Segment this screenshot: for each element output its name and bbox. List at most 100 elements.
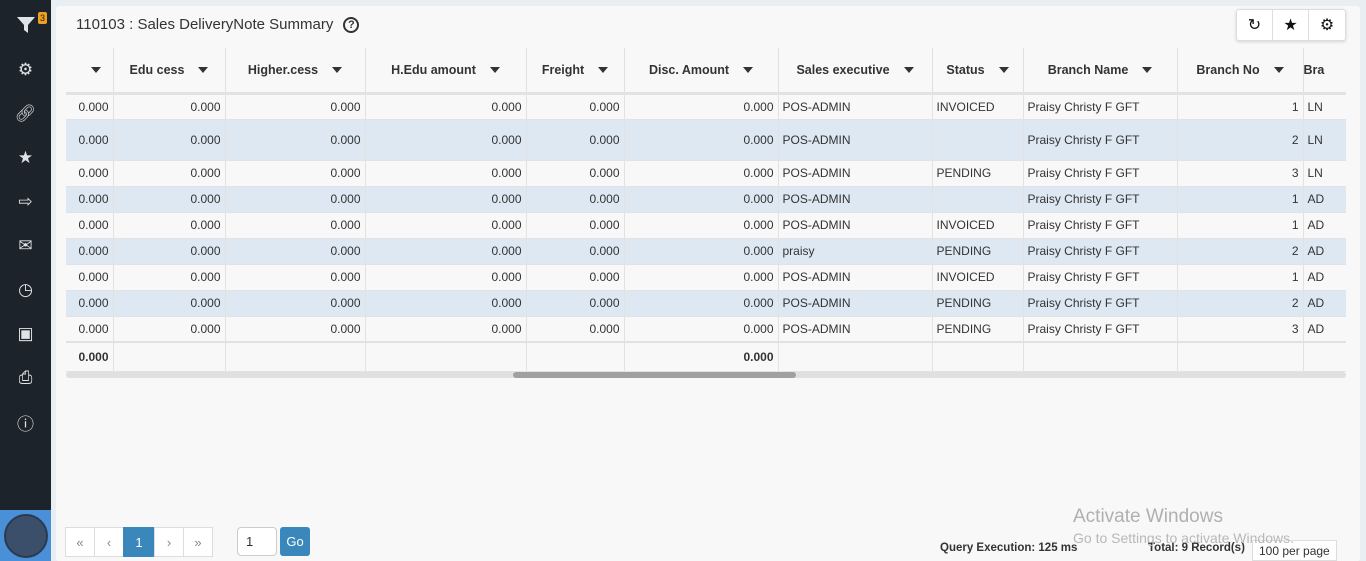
- column-header[interactable]: Disc. Amount: [624, 48, 779, 95]
- table-cell: 0.000: [365, 93, 527, 120]
- table-row[interactable]: 0.000 0.000 0.000 0.000 0.000 0.000 POS-ADMIN P…: [66, 186, 1346, 213]
- table-cell: 1: [1177, 93, 1304, 120]
- table-row[interactable]: 0.000 0.000 0.000 0.000 0.000 0.000 POS-ADMIN P…: [66, 316, 1346, 343]
- total-cell: [365, 341, 527, 372]
- table-cell: Praisy Christy F GFT: [1023, 290, 1178, 317]
- table-row[interactable]: 0.000 0.000 0.000 0.000 0.000 0.000 POS-ADMIN I…: [66, 212, 1346, 239]
- table-cell: 0.000: [624, 264, 779, 291]
- table-cell: 1: [1177, 264, 1304, 291]
- page-1-button[interactable]: 1: [123, 527, 155, 557]
- column-header[interactable]: Sales executive: [778, 48, 933, 95]
- table-cell: 0.000: [225, 212, 366, 239]
- favorite-button[interactable]: ★: [1273, 10, 1309, 40]
- table-cell: [932, 119, 1024, 161]
- column-header[interactable]: Edu cess: [113, 48, 226, 95]
- table-cell: 0.000: [365, 119, 527, 161]
- table-cell: 0.000: [225, 238, 366, 265]
- first-page-button[interactable]: «: [65, 527, 95, 557]
- table-cell: AD: [1303, 212, 1346, 239]
- table-cell: POS-ADMIN: [778, 93, 933, 120]
- sort-caret-icon[interactable]: [903, 67, 914, 74]
- star-icon[interactable]: ★: [0, 143, 51, 173]
- link-icon[interactable]: 🔗︎: [0, 99, 51, 129]
- table-cell: 0.000: [624, 119, 779, 161]
- clock-icon[interactable]: ◷: [0, 275, 51, 305]
- help-icon[interactable]: ⓘ: [0, 407, 51, 437]
- total-cell: 0.000: [624, 341, 779, 372]
- totals-row: 0.000 0.000: [66, 341, 1346, 372]
- column-header[interactable]: H.Edu amount: [365, 48, 527, 95]
- table-cell: 0.000: [66, 160, 114, 187]
- table-cell: 0.000: [66, 316, 114, 343]
- sort-caret-icon[interactable]: [998, 67, 1009, 74]
- column-header[interactable]: Branch Name: [1023, 48, 1178, 95]
- report-icon[interactable]: ▣: [0, 319, 51, 349]
- table-cell: 0.000: [624, 186, 779, 213]
- table-cell: POS-ADMIN: [778, 119, 933, 161]
- avatar[interactable]: [0, 510, 51, 561]
- column-header[interactable]: Bra: [1303, 48, 1346, 95]
- table-cell: 0.000: [624, 316, 779, 343]
- table-cell: 0.000: [624, 212, 779, 239]
- print-icon[interactable]: ⎙: [0, 363, 51, 393]
- column-header[interactable]: [66, 48, 114, 95]
- table-cell: 0.000: [113, 93, 226, 120]
- table-cell: AD: [1303, 290, 1346, 317]
- sort-caret-icon[interactable]: [598, 67, 609, 74]
- table-cell: 0.000: [66, 264, 114, 291]
- table-cell: 0.000: [365, 212, 527, 239]
- table-cell: 3: [1177, 160, 1304, 187]
- table-cell: POS-ADMIN: [778, 186, 933, 213]
- column-header[interactable]: Higher.cess: [225, 48, 366, 95]
- horizontal-scrollbar[interactable]: [66, 372, 1346, 378]
- table-cell: 0.000: [526, 290, 625, 317]
- sort-caret-icon[interactable]: [1142, 67, 1153, 74]
- sort-caret-icon[interactable]: [91, 67, 102, 74]
- toolbar: ↻ ★ ⚙: [1236, 9, 1346, 41]
- table-row[interactable]: 0.000 0.000 0.000 0.000 0.000 0.000 POS-ADMIN P…: [66, 119, 1346, 161]
- export-icon[interactable]: ⇨: [0, 187, 51, 217]
- table-row[interactable]: 0.000 0.000 0.000 0.000 0.000 0.000 POS-ADMIN I…: [66, 93, 1346, 120]
- settings-button[interactable]: ⚙: [1309, 10, 1345, 40]
- table-cell: 0.000: [624, 238, 779, 265]
- page-number-input[interactable]: 1: [237, 527, 277, 556]
- table-row[interactable]: 0.000 0.000 0.000 0.000 0.000 0.000 POS-ADMIN P…: [66, 290, 1346, 317]
- table-row[interactable]: 0.000 0.000 0.000 0.000 0.000 0.000 POS-ADMIN I…: [66, 264, 1346, 291]
- table-cell: Praisy Christy F GFT: [1023, 264, 1178, 291]
- total-cell: [1023, 341, 1178, 372]
- total-cell: 0.000: [66, 341, 114, 372]
- column-header-label: Disc. Amount: [648, 62, 730, 77]
- mail-icon[interactable]: ✉: [0, 231, 51, 261]
- table-cell: AD: [1303, 264, 1346, 291]
- column-header-label: Edu cess: [129, 62, 185, 77]
- column-header[interactable]: Branch No: [1177, 48, 1304, 95]
- table-cell: 0.000: [66, 238, 114, 265]
- sort-caret-icon[interactable]: [489, 67, 500, 74]
- prev-page-button[interactable]: ‹: [94, 527, 124, 557]
- table-cell: PENDING: [932, 316, 1024, 343]
- last-page-button[interactable]: »: [183, 527, 213, 557]
- go-button[interactable]: Go: [280, 527, 310, 556]
- table-cell: INVOICED: [932, 212, 1024, 239]
- table-cell: 0.000: [113, 290, 226, 317]
- column-header[interactable]: Status: [932, 48, 1024, 95]
- scrollbar-thumb[interactable]: [513, 372, 796, 378]
- column-header-label: Branch Name: [1047, 62, 1129, 77]
- table-cell: 0.000: [526, 119, 625, 161]
- column-header-label: H.Edu amount: [391, 62, 476, 77]
- sort-caret-icon[interactable]: [332, 67, 343, 74]
- help-icon[interactable]: ?: [343, 16, 360, 33]
- sort-caret-icon[interactable]: [1273, 67, 1284, 74]
- table-row[interactable]: 0.000 0.000 0.000 0.000 0.000 0.000 POS-ADMIN P…: [66, 160, 1346, 187]
- table-cell: 0.000: [66, 119, 114, 161]
- column-header[interactable]: Freight: [526, 48, 625, 95]
- next-page-button[interactable]: ›: [154, 527, 184, 557]
- table-cell: 0.000: [624, 160, 779, 187]
- sort-caret-icon[interactable]: [198, 67, 209, 74]
- table-row[interactable]: 0.000 0.000 0.000 0.000 0.000 0.000 praisy PEND…: [66, 238, 1346, 265]
- table-cell: 0.000: [526, 316, 625, 343]
- refresh-button[interactable]: ↻: [1237, 10, 1273, 40]
- total-cell: [778, 341, 933, 372]
- sort-caret-icon[interactable]: [743, 67, 754, 74]
- gear-icon[interactable]: ⚙: [0, 55, 51, 85]
